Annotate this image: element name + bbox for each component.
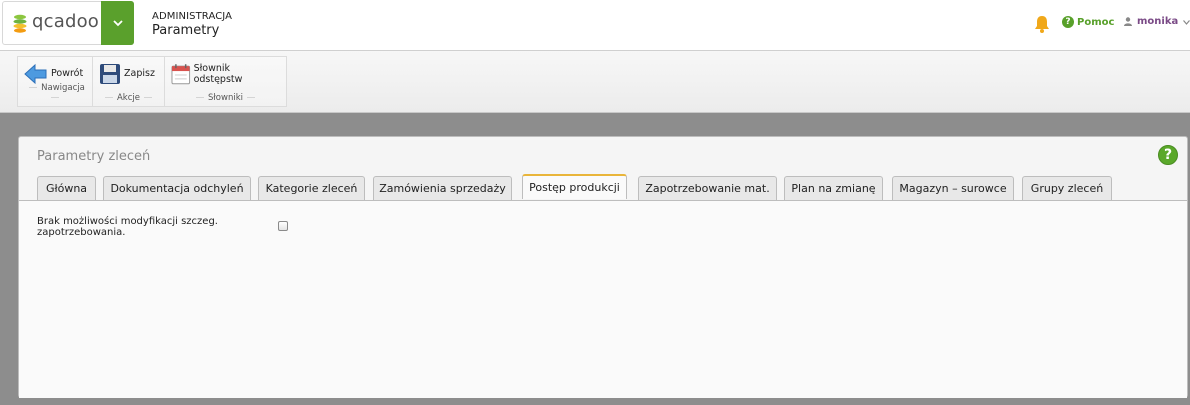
ribbon-group-label: Akcje bbox=[93, 93, 164, 103]
logo-text: qcadoo bbox=[32, 11, 100, 32]
tab-order-categories[interactable]: Kategorie zleceń bbox=[258, 176, 365, 200]
user-menu[interactable]: monika bbox=[1124, 16, 1178, 27]
tab-main[interactable]: Główna bbox=[37, 176, 96, 200]
help-label: Pomoc bbox=[1077, 16, 1115, 28]
user-icon bbox=[1124, 17, 1132, 26]
ribbon-group-label: Słowniki bbox=[165, 93, 286, 103]
field-label: Brak możliwości modyfikacji szczeg. zapo… bbox=[37, 216, 218, 238]
order-parameters-panel: Parametry zleceń ? Główna Dokumentacja o… bbox=[18, 136, 1188, 398]
calendar-icon bbox=[171, 63, 191, 84]
back-button-label: Powrót bbox=[51, 68, 84, 79]
help-link[interactable]: ? Pomoc bbox=[1062, 16, 1114, 28]
chevron-down-icon[interactable] bbox=[1183, 20, 1190, 25]
tab-material-requirements[interactable]: Zapotrzebowanie mat. bbox=[638, 176, 777, 200]
breadcrumb-section: ADMINISTRACJA bbox=[152, 11, 233, 22]
back-button[interactable]: Powrót bbox=[24, 63, 83, 85]
tab-shift-plan[interactable]: Plan na zmianę bbox=[784, 176, 883, 200]
tab-order-groups[interactable]: Grupy zleceń bbox=[1022, 176, 1112, 200]
panel-title: Parametry zleceń bbox=[37, 149, 151, 164]
deviation-dictionary-button[interactable]: Słownik odstępstw bbox=[171, 63, 280, 85]
no-modification-checkbox[interactable] bbox=[278, 221, 288, 231]
page-title: Parametry bbox=[152, 23, 220, 38]
tab-sales-orders[interactable]: Zamówienia sprzedaży bbox=[373, 176, 512, 200]
ribbon-group-label: Nawigacja bbox=[18, 83, 92, 103]
user-name: monika bbox=[1137, 16, 1179, 27]
save-button-label: Zapisz bbox=[124, 68, 155, 79]
top-bar: qcadoo ADMINISTRACJA Parametry ? Pomoc m… bbox=[0, 0, 1190, 51]
ribbon-group-dictionaries: Słownik odstępstw Słowniki bbox=[164, 56, 287, 107]
tab-production-progress[interactable]: Postęp produkcji bbox=[522, 174, 627, 199]
help-icon: ? bbox=[1062, 16, 1074, 28]
menu-toggle-button[interactable] bbox=[101, 1, 134, 45]
ribbon-group-navigation: Powrót Nawigacja bbox=[17, 56, 92, 107]
deviation-dictionary-label: Słownik odstępstw bbox=[193, 62, 243, 85]
ribbon-toolbar: Powrót Nawigacja Zapisz Akcje Słownik od… bbox=[0, 51, 1190, 113]
save-button[interactable]: Zapisz bbox=[99, 63, 155, 85]
qcadoo-logo-icon bbox=[13, 14, 27, 33]
ribbon-group-actions: Zapisz Akcje bbox=[92, 56, 164, 107]
notification-bell-icon[interactable] bbox=[1033, 14, 1051, 34]
chevron-down-icon bbox=[112, 19, 123, 26]
help-icon[interactable]: ? bbox=[1158, 145, 1178, 165]
tab-raw-materials-warehouse[interactable]: Magazyn – surowce bbox=[892, 176, 1014, 200]
back-arrow-icon bbox=[24, 63, 47, 84]
save-disk-icon bbox=[100, 63, 120, 84]
tab-deviation-docs[interactable]: Dokumentacja odchyleń bbox=[103, 176, 251, 200]
tab-content: Brak możliwości modyfikacji szczeg. zapo… bbox=[19, 201, 1187, 398]
